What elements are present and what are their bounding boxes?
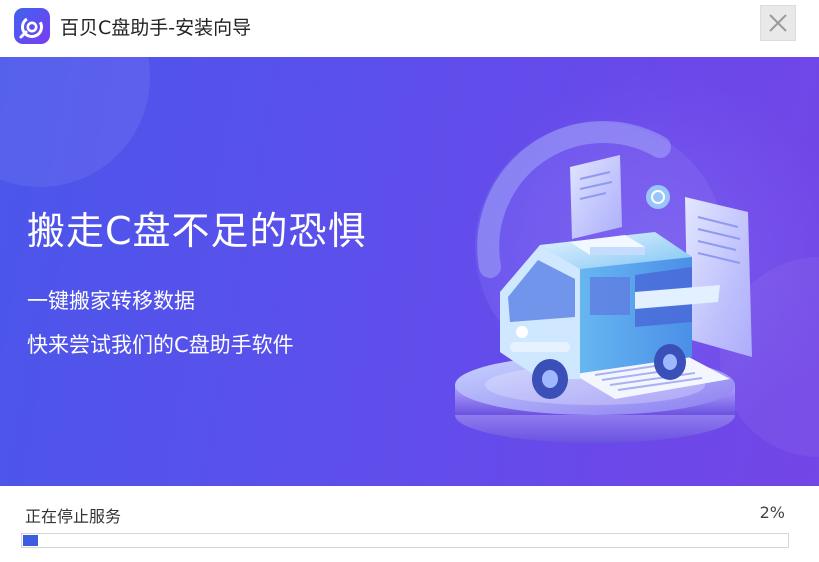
app-logo-icon: [14, 8, 50, 44]
progress-percent: 2%: [759, 503, 785, 522]
progress-bar-fill: [23, 535, 38, 546]
title-bar: 百贝C盘助手-安装向导: [0, 0, 819, 57]
promo-banner: 搬走C盘不足的恐惧 一键搬家转移数据 快来尝试我们的C盘助手软件: [0, 57, 819, 486]
van-data-migration-illustration: [455, 121, 752, 443]
progress-bar: [21, 533, 789, 548]
close-button[interactable]: [760, 5, 796, 41]
install-status-text: 正在停止服务: [25, 507, 122, 526]
installer-window: 百贝C盘助手-安装向导 搬走C盘不足的恐惧 一键搬家转移数据 快来尝试我们的C盘…: [0, 0, 819, 562]
banner-headline: 搬走C盘不足的恐惧: [27, 209, 367, 253]
window-title: 百贝C盘助手-安装向导: [60, 17, 252, 39]
banner-subline-1: 一键搬家转移数据: [27, 289, 195, 313]
close-icon: [769, 14, 787, 32]
banner-subline-2: 快来尝试我们的C盘助手软件: [27, 333, 294, 357]
banner-decor-circle: [0, 57, 150, 187]
